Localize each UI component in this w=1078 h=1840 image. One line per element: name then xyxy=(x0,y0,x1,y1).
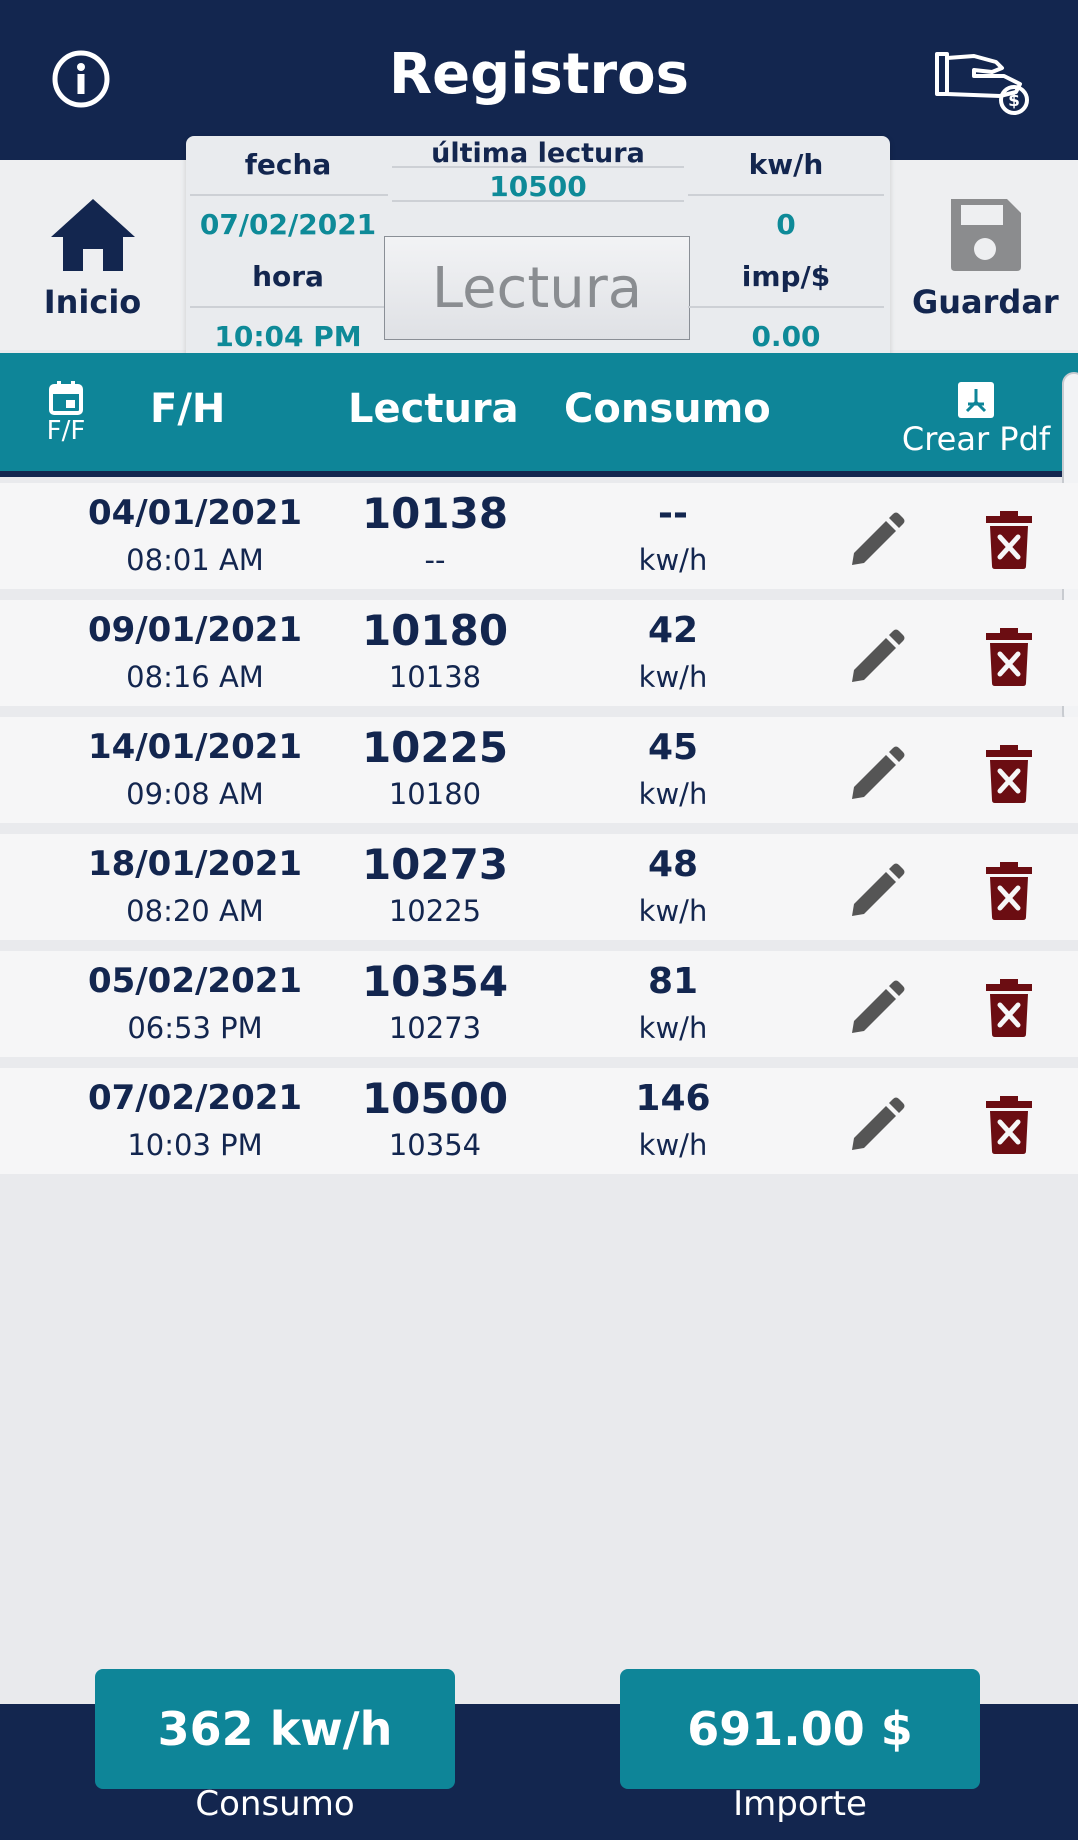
fecha-value: 07/02/2021 xyxy=(199,208,377,241)
table-row: 09/01/2021 08:16 AM 10180 10138 42 kw/h xyxy=(0,600,1078,706)
row-consumption: 45 xyxy=(647,727,699,768)
filter-label: F/F xyxy=(46,416,86,446)
row-unit: kw/h xyxy=(638,543,708,577)
importe-total-label: Importe xyxy=(733,1784,867,1824)
row-time: 06:53 PM xyxy=(127,1011,263,1045)
save-label: Guardar xyxy=(912,283,1059,321)
row-time: 10:03 PM xyxy=(127,1128,263,1162)
edit-icon[interactable] xyxy=(846,1096,906,1156)
calendar-icon xyxy=(49,381,83,415)
row-previous-reading: 10273 xyxy=(388,1011,482,1045)
ultima-lectura-label: última lectura xyxy=(431,138,645,169)
row-unit: kw/h xyxy=(638,1128,708,1162)
kwh-label: kw/h xyxy=(748,148,824,181)
divider xyxy=(190,194,388,196)
delete-icon[interactable] xyxy=(986,979,1032,1037)
pay-icon[interactable]: $ xyxy=(934,46,1030,116)
divider xyxy=(688,306,884,308)
row-reading: 10354 xyxy=(361,957,509,1006)
row-date: 07/02/2021 xyxy=(87,1078,303,1118)
table-row: 05/02/2021 06:53 PM 10354 10273 81 kw/h xyxy=(0,951,1078,1057)
row-consumption: 81 xyxy=(647,961,699,1002)
edit-icon[interactable] xyxy=(846,628,906,688)
ultima-lectura-value: 10500 xyxy=(489,170,587,203)
consumo-total-label: Consumo xyxy=(195,1784,355,1824)
fecha-label: fecha xyxy=(244,148,332,181)
hora-value: 10:04 PM xyxy=(214,320,362,353)
row-time: 08:20 AM xyxy=(126,894,264,928)
row-previous-reading: 10354 xyxy=(388,1128,482,1162)
row-previous-reading: 10225 xyxy=(388,894,482,928)
imp-value: 0.00 xyxy=(751,320,821,353)
row-reading: 10273 xyxy=(361,840,509,889)
row-reading: 10500 xyxy=(361,1074,509,1123)
svg-text:$: $ xyxy=(1008,91,1020,111)
divider xyxy=(190,306,388,308)
pdf-label: Crear Pdf xyxy=(901,420,1051,458)
importe-total-button[interactable]: 691.00 $ xyxy=(620,1669,980,1789)
row-date: 05/02/2021 xyxy=(87,961,303,1001)
page-title: Registros xyxy=(389,42,689,107)
delete-icon[interactable] xyxy=(986,745,1032,803)
row-time: 08:16 AM xyxy=(126,660,264,694)
row-time: 09:08 AM xyxy=(126,777,264,811)
divider xyxy=(392,200,684,202)
row-date: 18/01/2021 xyxy=(87,844,303,884)
row-date: 09/01/2021 xyxy=(87,610,303,650)
edit-icon[interactable] xyxy=(846,979,906,1039)
pdf-icon xyxy=(958,382,994,418)
table-row: 04/01/2021 08:01 AM 10138 -- -- kw/h xyxy=(0,483,1078,589)
row-consumption: 42 xyxy=(647,610,699,651)
edit-icon[interactable] xyxy=(846,511,906,571)
home-button[interactable]: Inicio xyxy=(30,195,155,321)
column-header-consumo: Consumo xyxy=(564,386,771,432)
table-row: 07/02/2021 10:03 PM 10500 10354 146 kw/h xyxy=(0,1068,1078,1174)
row-consumption: 146 xyxy=(635,1078,711,1119)
home-label: Inicio xyxy=(43,283,142,321)
hora-label: hora xyxy=(252,260,324,293)
table-row: 14/01/2021 09:08 AM 10225 10180 45 kw/h xyxy=(0,717,1078,823)
row-unit: kw/h xyxy=(638,660,708,694)
column-header-lectura: Lectura xyxy=(348,386,519,432)
row-date: 04/01/2021 xyxy=(87,493,303,533)
divider xyxy=(392,166,684,168)
row-previous-reading: 10180 xyxy=(388,777,482,811)
row-unit: kw/h xyxy=(638,1011,708,1045)
create-pdf-button[interactable]: Crear Pdf xyxy=(896,380,1056,458)
row-previous-reading: 10138 xyxy=(388,660,482,694)
delete-icon[interactable] xyxy=(986,628,1032,686)
row-reading: 10225 xyxy=(361,723,509,772)
imp-label: imp/$ xyxy=(741,260,831,293)
row-unit: kw/h xyxy=(638,894,708,928)
info-icon[interactable] xyxy=(52,50,110,108)
edit-icon[interactable] xyxy=(846,745,906,805)
row-consumption: -- xyxy=(658,493,688,534)
consumo-total-button[interactable]: 362 kw/h xyxy=(95,1669,455,1789)
row-date: 14/01/2021 xyxy=(87,727,303,767)
row-reading: 10138 xyxy=(361,489,509,538)
row-previous-reading: -- xyxy=(424,543,446,577)
save-button[interactable]: Guardar xyxy=(912,195,1059,321)
delete-icon[interactable] xyxy=(986,862,1032,920)
delete-icon[interactable] xyxy=(986,1096,1032,1154)
row-consumption: 48 xyxy=(647,844,699,885)
row-time: 08:01 AM xyxy=(126,543,264,577)
table-row: 18/01/2021 08:20 AM 10273 10225 48 kw/h xyxy=(0,834,1078,940)
home-icon xyxy=(50,199,135,271)
filter-date-button[interactable]: F/F xyxy=(40,380,92,446)
row-reading: 10180 xyxy=(361,606,509,655)
save-icon xyxy=(950,199,1021,271)
divider xyxy=(688,194,884,196)
lectura-input[interactable]: Lectura xyxy=(384,236,690,340)
kwh-value: 0 xyxy=(776,208,796,241)
edit-icon[interactable] xyxy=(846,862,906,922)
column-header-fh: F/H xyxy=(150,386,226,432)
delete-icon[interactable] xyxy=(986,511,1032,569)
row-unit: kw/h xyxy=(638,777,708,811)
